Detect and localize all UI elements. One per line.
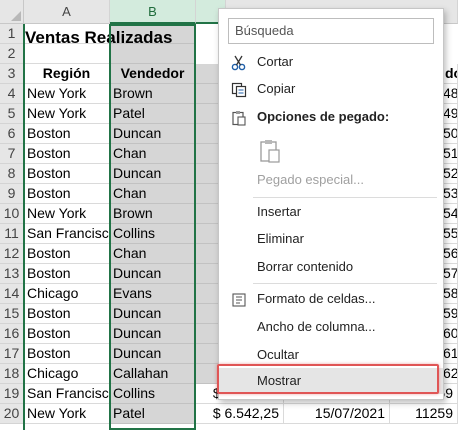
column-header-b[interactable]: B bbox=[110, 0, 196, 24]
menu-item-column-width-label: Ancho de columna... bbox=[257, 319, 376, 334]
cell-vendedor[interactable]: Callahan bbox=[110, 364, 196, 384]
menu-item-clear-contents-label: Borrar contenido bbox=[257, 259, 354, 274]
copy-icon bbox=[231, 81, 247, 98]
cell-region[interactable]: Chicago bbox=[24, 284, 110, 304]
row-header[interactable]: 11 bbox=[0, 224, 24, 244]
cell-vendedor[interactable]: Duncan bbox=[110, 164, 196, 184]
cell-vendedor[interactable]: Duncan bbox=[110, 264, 196, 284]
cell-vendedor[interactable]: Collins bbox=[110, 224, 196, 244]
row-header[interactable]: 19 bbox=[0, 384, 24, 404]
cell-region[interactable]: Boston bbox=[24, 124, 110, 144]
cell-vendedor[interactable]: Patel bbox=[110, 404, 196, 424]
highlight-annotation-box bbox=[217, 364, 439, 394]
row-header[interactable]: 4 bbox=[0, 84, 24, 104]
cell-region[interactable]: New York bbox=[24, 204, 110, 224]
menu-item-insert-label: Insertar bbox=[257, 204, 302, 219]
cell-region[interactable]: San Francisco bbox=[24, 224, 110, 244]
select-all-corner[interactable] bbox=[0, 0, 24, 24]
column-header-a[interactable]: A bbox=[24, 0, 110, 24]
row-header[interactable]: 12 bbox=[0, 244, 24, 264]
header-region[interactable]: Región bbox=[24, 64, 110, 84]
cell-vendedor[interactable]: Chan bbox=[110, 144, 196, 164]
row-header[interactable]: 6 bbox=[0, 124, 24, 144]
cell-region[interactable]: Boston bbox=[24, 184, 110, 204]
row-header[interactable]: 5 bbox=[0, 104, 24, 124]
cell-region[interactable]: New York bbox=[24, 404, 110, 424]
cell-vendedor[interactable]: Duncan bbox=[110, 304, 196, 324]
row-header[interactable]: 9 bbox=[0, 184, 24, 204]
menu-item-copy[interactable]: Copiar bbox=[219, 76, 443, 102]
cell-amount[interactable]: $ 6.542,25 bbox=[196, 404, 284, 424]
cell-region[interactable]: Boston bbox=[24, 244, 110, 264]
cell-vendedor[interactable]: Brown bbox=[110, 204, 196, 224]
menu-item-insert[interactable]: Insertar bbox=[219, 199, 443, 225]
cell-code[interactable]: 11259 bbox=[390, 404, 458, 424]
selection-border-left bbox=[23, 24, 25, 430]
format-cells-icon bbox=[231, 291, 247, 307]
menu-item-paste-special: Pegado especial... bbox=[219, 167, 443, 193]
row-header[interactable]: 16 bbox=[0, 324, 24, 344]
menu-item-paste-options: Opciones de pegado: bbox=[219, 104, 443, 130]
cell-region[interactable]: New York bbox=[24, 104, 110, 124]
menu-separator bbox=[253, 197, 437, 198]
cell-vendedor[interactable]: Evans bbox=[110, 284, 196, 304]
context-menu: Búsqueda Cortar Copiar Opciones de pegad… bbox=[218, 8, 444, 400]
cell-vendedor[interactable]: Brown bbox=[110, 84, 196, 104]
cell-vendedor[interactable]: Chan bbox=[110, 244, 196, 264]
menu-item-cut-label: Cortar bbox=[257, 54, 294, 69]
clipboard-icon bbox=[231, 109, 247, 126]
cell-region[interactable]: New York bbox=[24, 84, 110, 104]
row-header[interactable]: 3 bbox=[0, 64, 24, 84]
cell-region[interactable]: San Francisco bbox=[24, 384, 110, 404]
menu-item-paste-special-label: Pegado especial... bbox=[257, 172, 364, 187]
cell-region[interactable]: Boston bbox=[24, 264, 110, 284]
scissors-icon bbox=[231, 54, 247, 71]
search-input[interactable]: Búsqueda bbox=[228, 18, 434, 44]
row-header[interactable]: 7 bbox=[0, 144, 24, 164]
cell-region[interactable]: Boston bbox=[24, 324, 110, 344]
header-vendedor[interactable]: Vendedor bbox=[110, 64, 196, 84]
paste-button-icon[interactable] bbox=[259, 139, 281, 163]
header-partial[interactable]: do bbox=[442, 64, 458, 84]
row-header[interactable]: 17 bbox=[0, 344, 24, 364]
menu-item-delete[interactable]: Eliminar bbox=[219, 226, 443, 252]
row-header[interactable]: 2 bbox=[0, 44, 24, 64]
menu-item-cut[interactable]: Cortar bbox=[219, 49, 443, 75]
cell-region[interactable]: Boston bbox=[24, 304, 110, 324]
row-header[interactable]: 1 bbox=[0, 24, 24, 44]
cell-region[interactable]: Boston bbox=[24, 164, 110, 184]
row-header[interactable]: 14 bbox=[0, 284, 24, 304]
cell-vendedor[interactable]: Duncan bbox=[110, 344, 196, 364]
cell-vendedor[interactable]: Patel bbox=[110, 104, 196, 124]
row-header[interactable]: 8 bbox=[0, 164, 24, 184]
sheet-title: Ventas Realizadas bbox=[25, 28, 173, 47]
row-header[interactable]: 20 bbox=[0, 404, 24, 424]
cell-vendedor[interactable]: Chan bbox=[110, 184, 196, 204]
cell-region[interactable]: Boston bbox=[24, 144, 110, 164]
menu-item-format-cells[interactable]: Formato de celdas... bbox=[219, 286, 443, 312]
menu-item-delete-label: Eliminar bbox=[257, 231, 304, 246]
row-header[interactable]: 15 bbox=[0, 304, 24, 324]
cell-vendedor[interactable]: Collins bbox=[110, 384, 196, 404]
menu-item-column-width[interactable]: Ancho de columna... bbox=[219, 314, 443, 340]
row-header[interactable]: 10 bbox=[0, 204, 24, 224]
cell-region[interactable]: Boston bbox=[24, 344, 110, 364]
menu-item-paste-options-label: Opciones de pegado: bbox=[257, 109, 390, 124]
cell-region[interactable]: Chicago bbox=[24, 364, 110, 384]
menu-separator bbox=[253, 283, 437, 284]
cell-date[interactable]: 15/07/2021 bbox=[284, 404, 390, 424]
row-header[interactable]: 18 bbox=[0, 364, 24, 384]
row-header[interactable]: 13 bbox=[0, 264, 24, 284]
cell-vendedor[interactable]: Duncan bbox=[110, 124, 196, 144]
menu-item-copy-label: Copiar bbox=[257, 81, 296, 96]
cell-vendedor[interactable]: Duncan bbox=[110, 324, 196, 344]
menu-item-format-cells-label: Formato de celdas... bbox=[257, 291, 376, 306]
menu-item-clear-contents[interactable]: Borrar contenido bbox=[219, 254, 443, 280]
